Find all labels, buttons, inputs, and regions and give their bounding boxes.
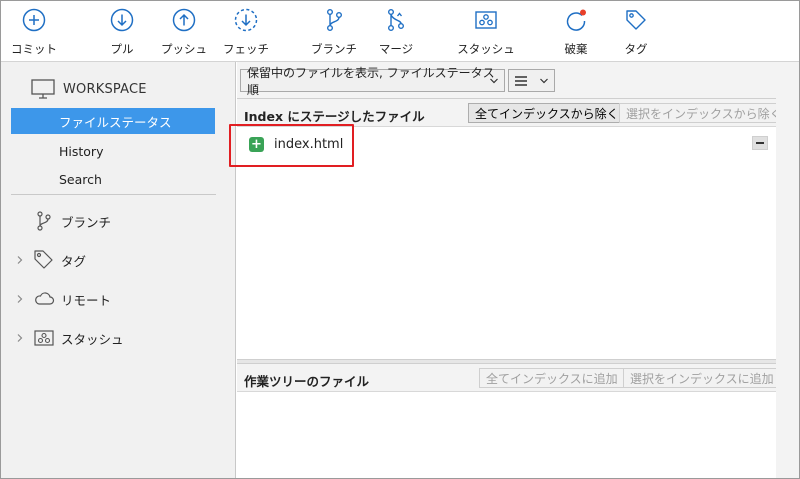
tag-button[interactable]: タグ [604,7,668,59]
collapse-minus-button[interactable] [752,136,768,150]
tag-icon [34,250,53,269]
stage-all-button[interactable]: 全てインデックスに追加 [479,368,625,388]
sidebar-section-tags[interactable]: タグ [1,247,236,273]
sidebar-section-label: タグ [61,253,87,269]
branch-label: ブランチ [311,42,357,56]
sidebar-item-label: Search [59,171,102,187]
list-icon [515,75,527,86]
commit-plus-icon [22,8,46,32]
push-label: プッシュ [161,42,207,56]
cloud-icon [35,292,55,305]
workspace-header[interactable]: WORKSPACE [31,78,147,100]
staged-pane-title: Index にステージしたファイル [244,109,425,124]
tag-label: タグ [624,42,648,56]
stash-label: スタッシュ [457,42,515,56]
merge-icon [387,9,404,32]
highlight-annotation [229,124,354,167]
monitor-icon [31,79,55,99]
stage-selected-button[interactable]: 選択をインデックスに追加 [623,368,781,388]
chevron-right-icon[interactable] [15,333,25,343]
sidebar-item-label: History [59,143,104,159]
discard-button[interactable]: 破棄 [544,7,608,59]
stash-icon [475,11,497,29]
discard-label: 破棄 [564,42,588,56]
fetch-dashed-icon [234,8,258,32]
tag-icon [626,10,646,30]
branch-icon [37,211,51,231]
commit-button[interactable]: コミット [2,7,66,59]
stash-icon [34,330,54,346]
pull-button[interactable]: プル [90,7,154,59]
push-button[interactable]: プッシュ [152,7,216,59]
unstage-all-button[interactable]: 全てインデックスから除く [468,103,626,123]
sidebar-item-history[interactable]: History [11,138,215,164]
sidebar-section-label: リモート [61,292,112,308]
push-arrow-up-icon [172,8,196,32]
staged-pane-header: Index にステージしたファイル 全てインデックスから除く 選択をインデックス… [237,99,789,127]
view-options-dropdown[interactable]: 保留中のファイルを表示, ファイルステータス順 [240,66,505,97]
view-options-value: 保留中のファイルを表示, ファイルステータス順 [247,65,495,97]
chevron-down-icon [540,78,548,84]
filter-bar: 保留中のファイルを表示, ファイルステータス順 [237,62,799,98]
fetch-button[interactable]: フェッチ [214,7,278,59]
chevron-right-icon[interactable] [15,294,25,304]
chevron-right-icon[interactable] [15,255,25,265]
fetch-label: フェッチ [223,42,269,56]
sidebar: WORKSPACE ファイルステータス History Search ブランチ … [1,62,236,478]
chevron-down-icon [490,78,498,84]
merge-label: マージ [378,42,414,56]
sidebar-item-label: ファイルステータス [59,114,172,130]
sidebar-section-stashes[interactable]: スタッシュ [1,325,236,351]
discard-icon [566,9,586,31]
sidebar-section-remotes[interactable]: リモート [1,286,236,312]
stash-button[interactable]: スタッシュ [454,7,518,59]
sidebar-item-file-status[interactable]: ファイルステータス [11,108,215,134]
unstage-selected-button[interactable]: 選択をインデックスから除く [619,103,789,123]
right-gutter [776,98,799,478]
sidebar-section-label: スタッシュ [61,331,124,347]
sidebar-section-label: ブランチ [61,214,112,230]
branch-button[interactable]: ブランチ [302,7,366,59]
working-pane-header: 作業ツリーのファイル 全てインデックスに追加 選択をインデックスに追加 [237,364,781,392]
sidebar-item-search[interactable]: Search [11,166,215,192]
pull-arrow-down-icon [110,8,134,32]
pull-label: プル [110,42,134,56]
sidebar-divider [11,194,216,195]
toolbar: コミット プル プッシュ フェッチ ブランチ マージ スタッシュ 破棄 タグ [1,1,799,62]
merge-button[interactable]: マージ [364,7,428,59]
workspace-label: WORKSPACE [63,81,147,97]
list-mode-dropdown[interactable] [508,69,555,92]
commit-label: コミット [11,42,57,56]
branch-icon [326,9,342,32]
working-files-pane: 作業ツリーのファイル 全てインデックスに追加 選択をインデックスに追加 [237,363,781,478]
sidebar-section-branches[interactable]: ブランチ [1,208,236,234]
working-pane-title: 作業ツリーのファイル [244,374,370,389]
